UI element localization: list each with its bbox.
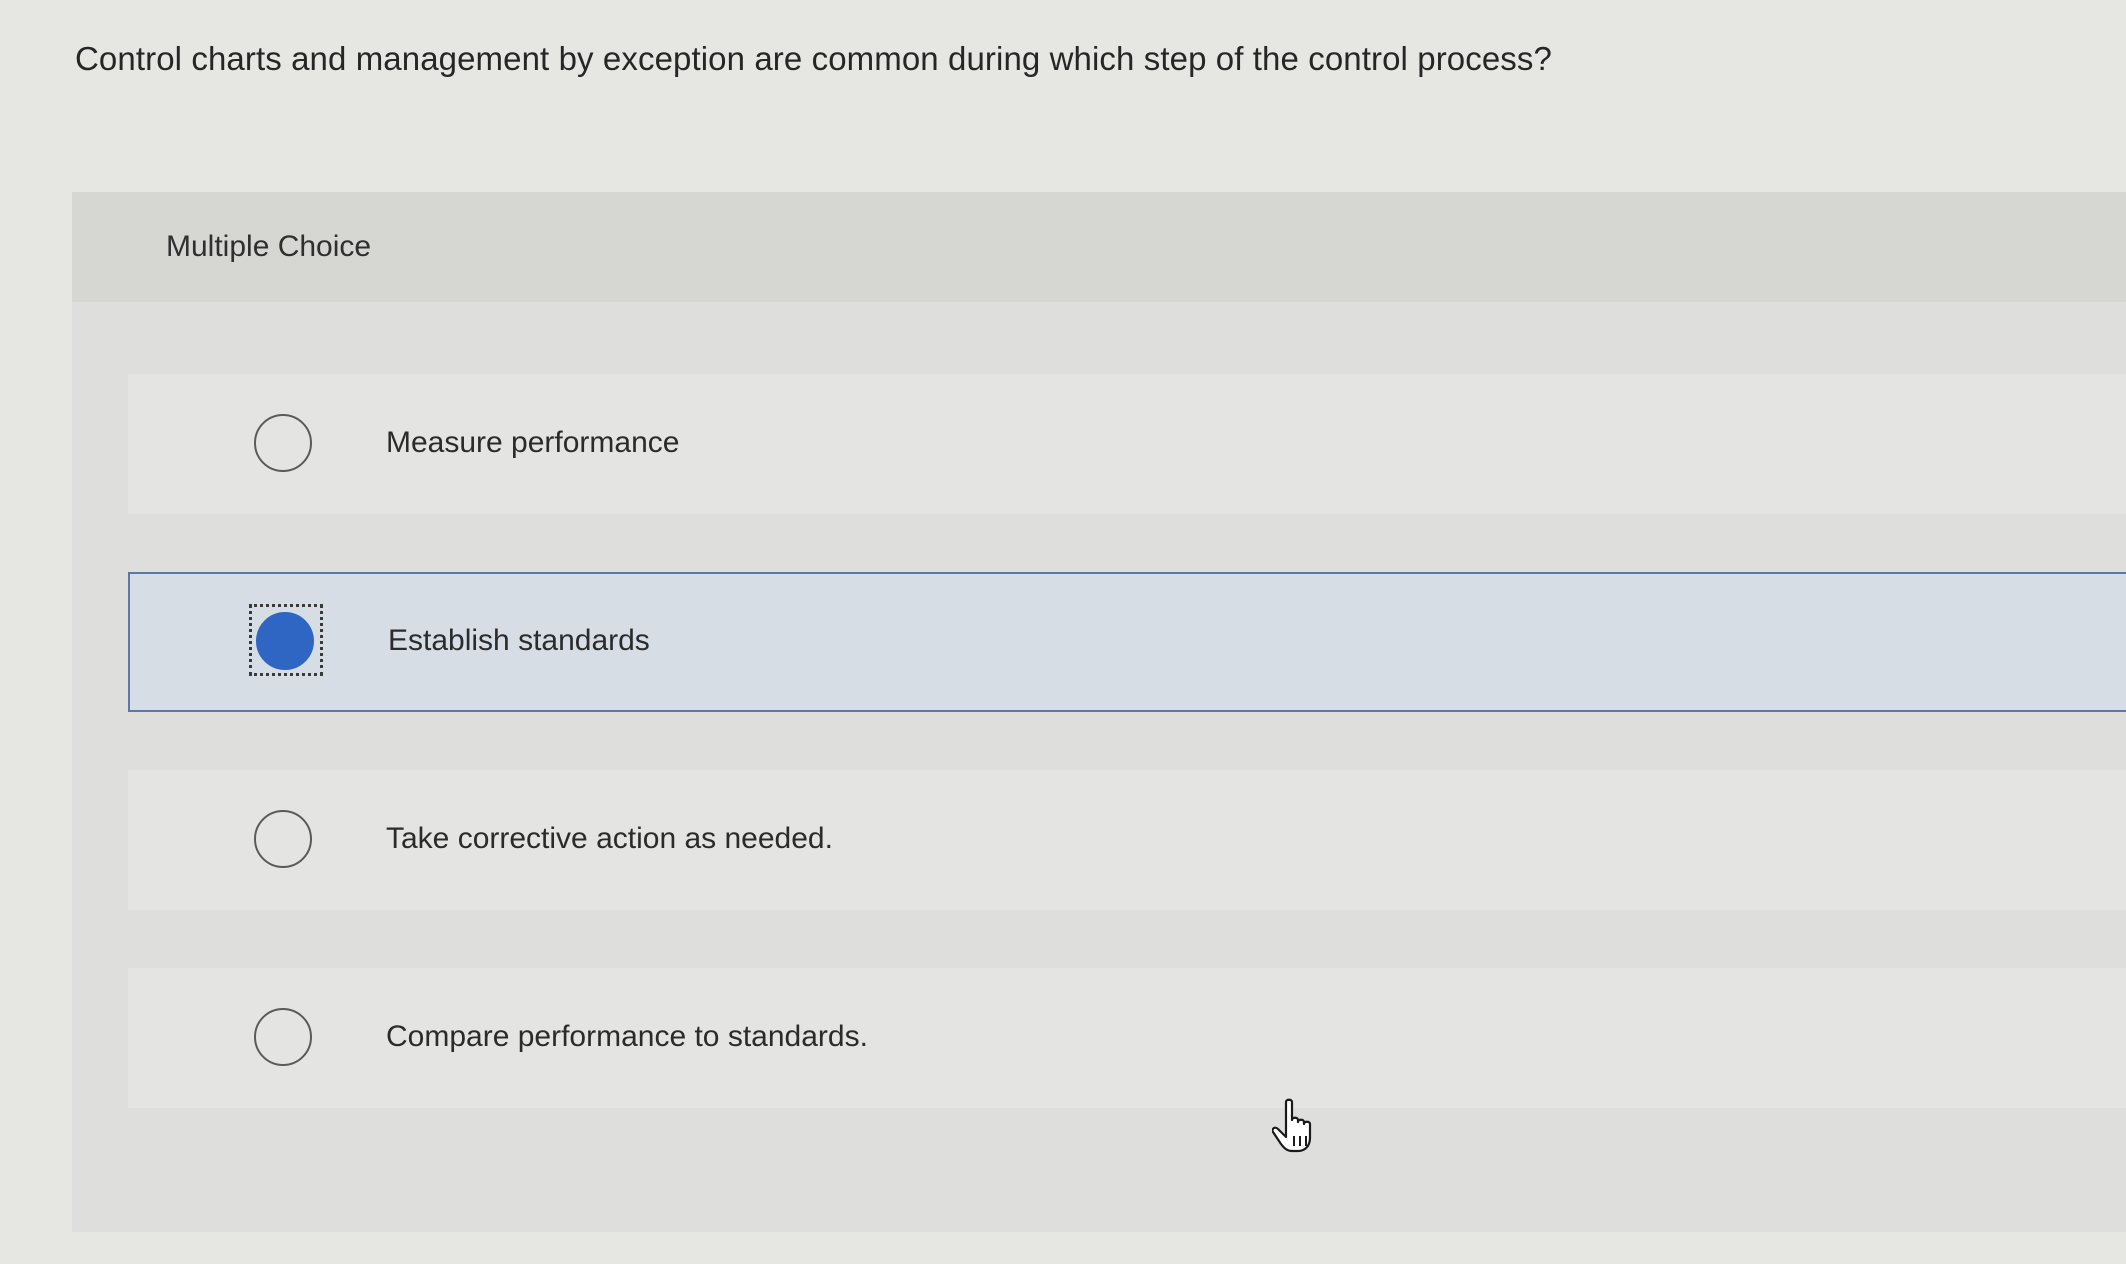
choice-option-4[interactable]: Compare performance to standards. <box>128 968 2126 1108</box>
answer-panel: Multiple Choice Measure performance Esta… <box>72 192 2126 1232</box>
choice-label-3: Take corrective action as needed. <box>386 822 833 855</box>
choice-label-1: Measure performance <box>386 426 680 459</box>
question-type-label: Multiple Choice <box>166 230 372 263</box>
choice-option-3[interactable]: Take corrective action as needed. <box>128 770 2126 910</box>
hand-pointer-icon <box>1272 1098 1312 1153</box>
question-text: Control charts and management by excepti… <box>75 40 1552 77</box>
choice-label-4: Compare performance to standards. <box>386 1020 868 1053</box>
radio-button-3[interactable] <box>254 810 312 868</box>
choice-option-2[interactable]: Establish standards <box>128 572 2126 712</box>
choice-option-1[interactable]: Measure performance <box>128 374 2126 514</box>
radio-button-1[interactable] <box>254 414 312 472</box>
radio-button-2-selected[interactable] <box>256 612 314 670</box>
panel-header: Multiple Choice <box>72 192 2126 302</box>
choices-area: Measure performance Establish standards … <box>72 302 2126 1232</box>
radio-button-4[interactable] <box>254 1008 312 1066</box>
choice-label-2: Establish standards <box>388 624 650 657</box>
